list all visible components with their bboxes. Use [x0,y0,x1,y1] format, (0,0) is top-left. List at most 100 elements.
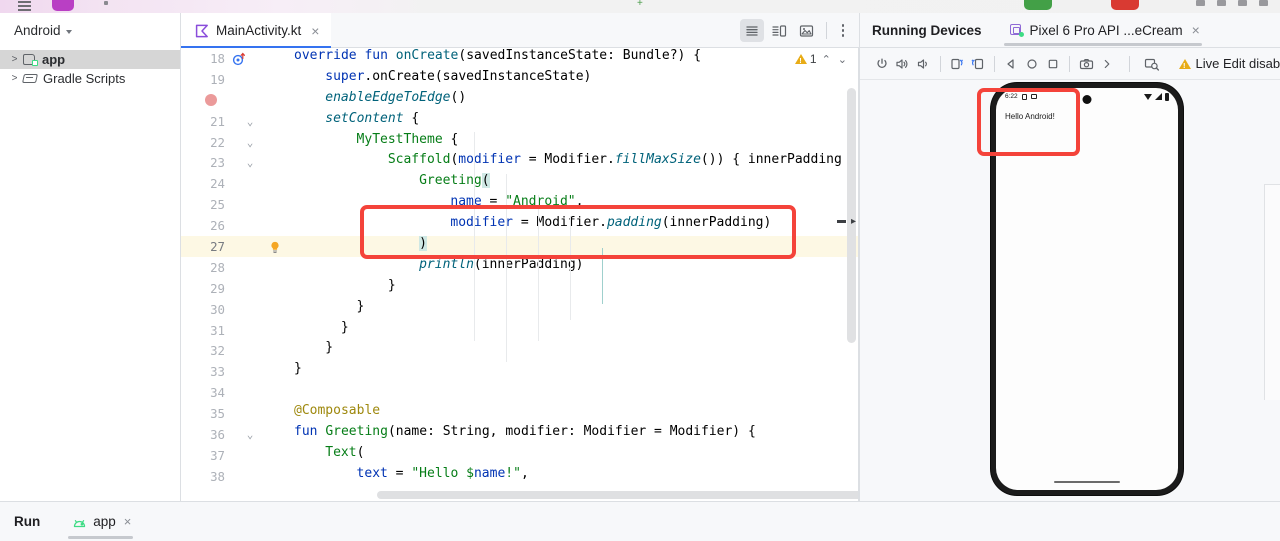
tree-item-gradle-scripts[interactable]: > Gradle Scripts [0,69,180,88]
code-text: override fun onCreate(savedInstanceState… [294,48,701,63]
kebab-menu-icon[interactable] [835,24,851,37]
run-tool-window-bar: Run app × [0,501,1280,541]
chrome-extra-icons[interactable] [1196,0,1280,6]
code-line[interactable]: 35 @Composable [181,403,859,424]
code-token: ( [481,173,490,189]
line-number: 25 [210,197,225,213]
code-token: { [403,110,420,126]
window-chrome: + [0,0,1280,13]
inspection-widget[interactable]: 1 ⌃ ⌄ [794,52,849,66]
run-tab-app[interactable]: app × [62,502,141,541]
close-icon[interactable]: × [308,24,319,38]
back-button[interactable] [1001,52,1022,76]
expand-arrow-icon[interactable]: > [10,54,19,65]
code-view-button[interactable] [740,19,764,42]
code-line[interactable]: 33} [181,361,859,382]
line-number: 32 [210,343,225,359]
close-icon[interactable]: × [122,514,132,529]
ide-body: Android > app > Gradle Scripts MainActivity… [0,13,1280,541]
android-studio-window: + Android > app > Gradle Scripts MainAct… [0,0,1280,541]
code-token: } [387,277,396,293]
close-icon[interactable]: × [1189,23,1200,37]
code-line[interactable]: 22 ⌄ MyTestTheme { [181,132,859,153]
home-button[interactable] [1022,52,1043,76]
code-line[interactable]: 23 ⌄ Scaffold(modifier = Modifier.fillMaxS… [181,152,859,173]
live-edit-status[interactable]: Live Edit disab [1178,56,1280,71]
menu-icon[interactable] [18,1,31,3]
expand-arrow-icon[interactable]: > [10,73,19,84]
device-canvas[interactable]: 6:22 Hello Android! [860,80,1280,501]
emulator-screen[interactable]: 6:22 Hello Android! [996,88,1178,490]
fold-chevron-icon[interactable]: ⌄ [243,156,257,169]
rotate-left-button[interactable] [947,52,968,76]
rotate-right-button[interactable] [967,52,988,76]
code-line[interactable]: 29} [181,278,859,299]
battery-icon [1165,92,1169,101]
design-view-button[interactable] [794,19,818,42]
screenshot-button[interactable] [1076,52,1097,76]
code-text: @Composable [294,403,380,418]
code-line[interactable]: 25 name = "Android", [181,194,859,215]
red-button[interactable] [1111,0,1139,10]
project-view-selector[interactable]: Android [0,13,180,48]
app-icon[interactable] [52,0,74,11]
code-token: = Modifier. [520,152,615,168]
code-line[interactable]: 34 [181,382,859,403]
next-problem-icon[interactable]: ⌄ [836,53,849,66]
code-line[interactable]: 38 text = "Hello $name!", [181,466,859,487]
power-button[interactable] [872,52,893,76]
live-edit-label: Live Edit disab [1195,56,1280,71]
tree-item-label: app [42,52,66,67]
lightbulb-icon[interactable] [269,241,281,254]
code-line[interactable]: 37 Text( [181,445,859,466]
warning-triangle-icon [1178,58,1191,70]
tree-item-app[interactable]: > app [0,50,180,69]
code-token: modifier [458,152,521,168]
line-number: 21 [210,113,225,129]
code-line[interactable]: 19 super.onCreate(savedInstanceState) [181,69,859,90]
code-lines[interactable]: 18 override fun onCreate(savedInstanceSta… [181,48,859,487]
emulator-device-frame[interactable]: 6:22 Hello Android! [991,83,1183,495]
code-line[interactable]: 36 ⌄ fun Greeting(name: String, modifier: … [181,424,859,445]
volume-down-button[interactable] [913,52,934,76]
prev-problem-icon[interactable]: ⌃ [820,53,833,66]
code-line[interactable]: 18 override fun onCreate(savedInstanceSta… [181,48,859,69]
green-button[interactable] [1024,0,1052,10]
code-text: setContent { [294,111,419,126]
recents-button[interactable] [1042,52,1063,76]
more-actions-button[interactable] [1096,52,1117,76]
device-tab-pixel6pro[interactable]: Pixel 6 Pro API ...eCream × [996,13,1210,48]
editor-tab-mainactivity[interactable]: MainActivity.kt × [181,13,332,48]
breakpoint-icon[interactable] [205,94,217,107]
fold-chevron-icon[interactable]: ⌄ [243,428,257,441]
editor-horizontal-scrollbar[interactable] [377,491,859,499]
split-view-button[interactable] [767,19,791,42]
fold-chevron-icon[interactable]: ⌄ [243,136,257,149]
code-line[interactable]: 27) [181,236,859,257]
divider [826,22,827,39]
code-line[interactable]: 28 println(innerPadding) [181,257,859,278]
code-token: = [481,194,506,210]
divider [994,55,995,72]
code-line[interactable]: 24 Greeting( [181,173,859,194]
code-line[interactable]: 21 ⌄ setContent { [181,111,859,132]
inspect-button[interactable] [1142,52,1163,76]
code-line[interactable]: 32} [181,340,859,361]
volume-up-button[interactable] [893,52,914,76]
code-token: Text [325,444,357,460]
line-number: 27 [210,238,225,254]
run-composable-icon[interactable] [231,52,247,66]
cellular-icon [1155,93,1162,100]
code-line[interactable]: 26 modifier = Modifier.padding(innerPaddi… [181,215,859,236]
code-line[interactable]: 31} [181,320,859,341]
plus-icon[interactable]: + [637,0,645,9]
code-line[interactable]: enableEdgeToEdge() [181,90,859,111]
alarm-icon [1021,93,1027,100]
gesture-nav-bar[interactable] [1054,480,1120,483]
code-line[interactable]: 30} [181,299,859,320]
code-text: } [294,299,365,314]
project-tree: > app > Gradle Scripts [0,48,180,88]
code-area[interactable]: 1 ⌃ ⌄ 18 override fun onCreate(savedInsta… [181,48,859,501]
fold-chevron-icon[interactable]: ⌄ [243,115,257,128]
code-text: Text( [294,445,364,460]
